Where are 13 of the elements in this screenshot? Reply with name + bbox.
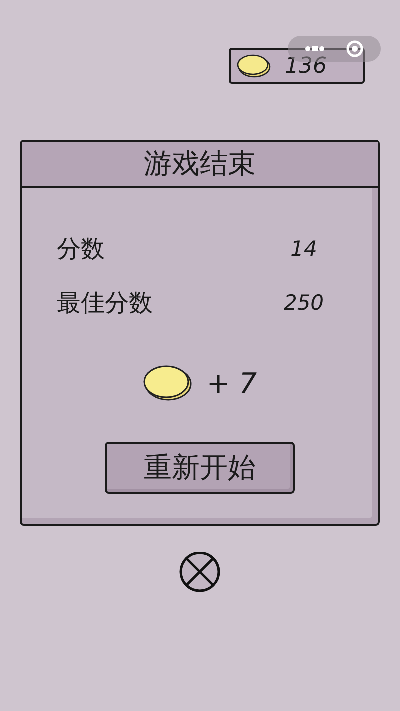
reward-amount: + 7 (206, 366, 258, 400)
stat-value: 250 (282, 291, 326, 315)
stat-label: 最佳分数 (57, 288, 154, 319)
panel-title: 游戏结束 (22, 142, 378, 188)
more-icon[interactable] (304, 46, 325, 52)
close-circle-icon[interactable] (346, 40, 364, 58)
coin-count: 136 (285, 54, 327, 78)
restart-button[interactable]: 重新开始 (105, 442, 295, 494)
coin-icon (237, 54, 271, 78)
stat-value: 14 (290, 237, 318, 261)
close-icon[interactable] (178, 552, 222, 592)
coin-icon (142, 364, 193, 402)
stat-label: 分数 (57, 234, 106, 265)
